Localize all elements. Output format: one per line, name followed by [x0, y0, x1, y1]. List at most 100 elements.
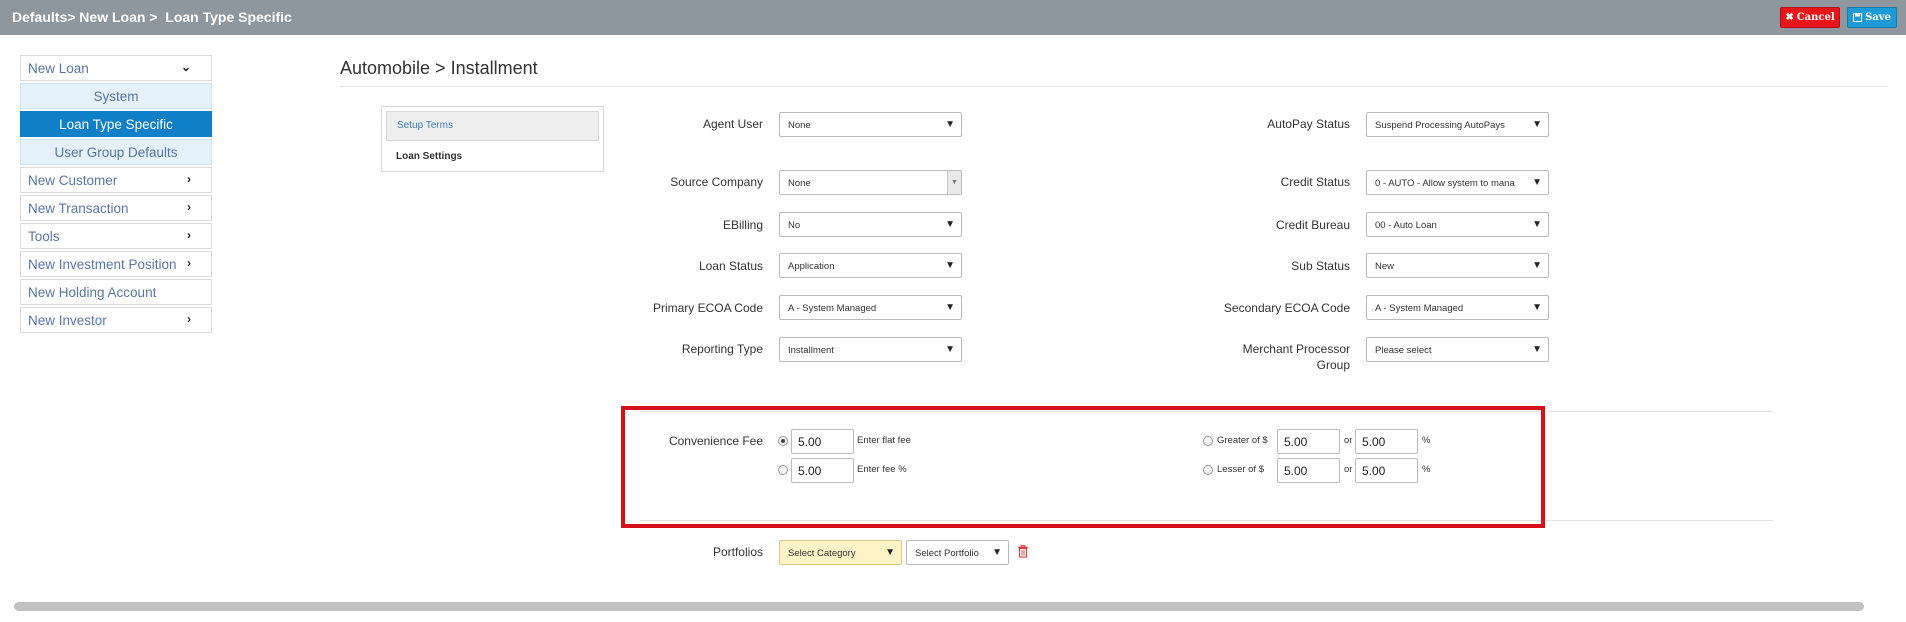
- sub-status-select[interactable]: New ▼: [1366, 253, 1549, 278]
- loan-status-label: Loan Status: [698, 259, 763, 273]
- caret-down-icon: ▼: [947, 171, 961, 194]
- sidebar-item-new-transaction[interactable]: New Transaction ›: [20, 195, 212, 221]
- caret-down-icon: ▼: [945, 219, 955, 230]
- caret-down-icon: ▼: [1532, 344, 1542, 355]
- sidebar-item-new-holding-account[interactable]: New Holding Account: [20, 279, 212, 305]
- sub-status-value: New: [1375, 261, 1395, 272]
- merchant-processor-select[interactable]: Please select ▼: [1366, 337, 1549, 362]
- convenience-fee-label: Convenience Fee: [668, 434, 763, 448]
- caret-down-icon: ▼: [945, 260, 955, 271]
- save-icon: [1853, 13, 1863, 22]
- primary-ecoa-value: A - System Managed: [788, 303, 877, 314]
- chevron-right-icon: ›: [187, 312, 191, 326]
- sidebar-item-user-group-defaults[interactable]: User Group Defaults: [20, 139, 212, 165]
- secondary-ecoa-select[interactable]: A - System Managed ▼: [1366, 295, 1549, 320]
- primary-ecoa-select[interactable]: A - System Managed ▼: [779, 295, 962, 320]
- breadcrumb: Defaults> New Loan > Loan Type Specific: [12, 9, 292, 25]
- trash-icon[interactable]: [1017, 545, 1029, 558]
- fee-percent-radio[interactable]: [778, 465, 788, 475]
- sub-status-label: Sub Status: [1291, 259, 1350, 273]
- primary-ecoa-label: Primary ECOA Code: [652, 301, 763, 315]
- sidebar-item-label: User Group Defaults: [54, 144, 178, 160]
- page-title: Automobile > Installment: [340, 58, 538, 78]
- sidebar-item-new-loan[interactable]: New Loan ⌄: [20, 55, 212, 81]
- merchant-processor-label-line1: Merchant Processor: [1242, 342, 1350, 356]
- autopay-status-label: AutoPay Status: [1267, 117, 1350, 131]
- sidebar-item-label: New Investment Position: [28, 256, 177, 272]
- autopay-status-value: Suspend Processing AutoPays: [1375, 120, 1505, 131]
- close-icon: ✖: [1785, 12, 1794, 23]
- agent-user-label: Agent User: [702, 117, 763, 131]
- lesser-of-amount-input[interactable]: 5.00: [1277, 458, 1340, 483]
- caret-down-icon: ▼: [945, 119, 955, 130]
- fee-percent-input[interactable]: 5.00: [791, 458, 854, 483]
- reporting-type-select[interactable]: Installment ▼: [779, 337, 962, 362]
- ebilling-value: No: [788, 220, 801, 231]
- source-company-select[interactable]: None ▼: [779, 170, 962, 195]
- loan-status-value: Application: [788, 261, 835, 272]
- greater-of-label: Greater of $: [1217, 435, 1268, 446]
- agent-user-value: None: [788, 120, 811, 131]
- autopay-status-select[interactable]: Suspend Processing AutoPays ▼: [1366, 112, 1549, 137]
- merchant-processor-label-line2: Group: [1316, 358, 1350, 372]
- flat-fee-radio[interactable]: [778, 436, 788, 446]
- sidebar-item-label: New Investor: [28, 312, 107, 328]
- source-company-value: None: [788, 178, 811, 189]
- tab-loan-settings[interactable]: Loan Settings: [386, 143, 599, 169]
- greater-of-amount-input[interactable]: 5.00: [1277, 429, 1340, 454]
- chevron-right-icon: ›: [187, 256, 191, 270]
- merchant-processor-label: Merchant Processor Group: [1190, 341, 1350, 373]
- sidebar-item-label: Tools: [28, 228, 60, 244]
- sidebar-item-loan-type-specific[interactable]: Loan Type Specific: [20, 111, 212, 137]
- sidebar-item-tools[interactable]: Tools ›: [20, 223, 212, 249]
- chevron-right-icon: ›: [187, 200, 191, 214]
- caret-down-icon: ▼: [885, 547, 895, 558]
- sidebar-item-label: Loan Type Specific: [59, 116, 173, 132]
- flat-fee-input[interactable]: 5.00: [791, 429, 854, 454]
- sidebar-item-label: New Holding Account: [28, 284, 157, 300]
- percent-text: %: [1422, 464, 1431, 475]
- greater-of-radio[interactable]: [1203, 436, 1213, 446]
- greater-of-percent-input[interactable]: 5.00: [1355, 429, 1418, 454]
- caret-down-icon: ▼: [1532, 219, 1542, 230]
- lesser-of-radio[interactable]: [1203, 465, 1213, 475]
- sidebar-item-label: New Customer: [28, 172, 118, 188]
- category-select[interactable]: Select Category ▼: [779, 540, 902, 565]
- caret-down-icon: ▼: [1532, 302, 1542, 313]
- portfolio-value: Select Portfolio: [915, 548, 979, 559]
- loan-status-select[interactable]: Application ▼: [779, 253, 962, 278]
- sidebar-item-new-investor[interactable]: New Investor ›: [20, 307, 212, 333]
- lesser-of-percent-input[interactable]: 5.00: [1355, 458, 1418, 483]
- agent-user-select[interactable]: None ▼: [779, 112, 962, 137]
- caret-down-icon: ▼: [945, 344, 955, 355]
- lesser-of-label: Lesser of $: [1217, 464, 1264, 475]
- horizontal-scrollbar[interactable]: [14, 602, 1864, 611]
- sidebar-item-system[interactable]: System: [20, 83, 212, 109]
- secondary-ecoa-value: A - System Managed: [1375, 303, 1464, 314]
- credit-bureau-label: Credit Bureau: [1275, 218, 1350, 232]
- credit-bureau-value: 00 - Auto Loan: [1375, 220, 1437, 231]
- save-button[interactable]: Save: [1847, 7, 1897, 28]
- chevron-right-icon: ›: [187, 228, 191, 242]
- chevron-right-icon: ›: [187, 172, 191, 186]
- credit-status-select[interactable]: 0 - AUTO - Allow system to mana ▼: [1366, 170, 1549, 195]
- credit-bureau-select[interactable]: 00 - Auto Loan ▼: [1366, 212, 1549, 237]
- sidebar-item-new-customer[interactable]: New Customer ›: [20, 167, 212, 193]
- sidebar-item-label: System: [93, 88, 139, 104]
- portfolios-label: Portfolios: [712, 545, 763, 559]
- sidebar-item-new-investment-position[interactable]: New Investment Position ›: [20, 251, 212, 277]
- flat-fee-text: Enter flat fee: [857, 435, 911, 446]
- cancel-button-label: Cancel: [1796, 12, 1835, 23]
- credit-status-value: 0 - AUTO - Allow system to mana: [1375, 178, 1515, 189]
- secondary-ecoa-label: Secondary ECOA Code: [1223, 301, 1350, 315]
- caret-down-icon: ▼: [992, 547, 1002, 558]
- or-text: or: [1344, 464, 1353, 475]
- caret-down-icon: ▼: [945, 302, 955, 313]
- or-text: or: [1344, 435, 1353, 446]
- credit-status-label: Credit Status: [1280, 175, 1350, 189]
- ebilling-select[interactable]: No ▼: [779, 212, 962, 237]
- percent-text: %: [1422, 435, 1431, 446]
- cancel-button[interactable]: ✖ Cancel: [1780, 7, 1840, 28]
- caret-down-icon: ▼: [1532, 177, 1542, 188]
- portfolio-select[interactable]: Select Portfolio ▼: [906, 540, 1009, 565]
